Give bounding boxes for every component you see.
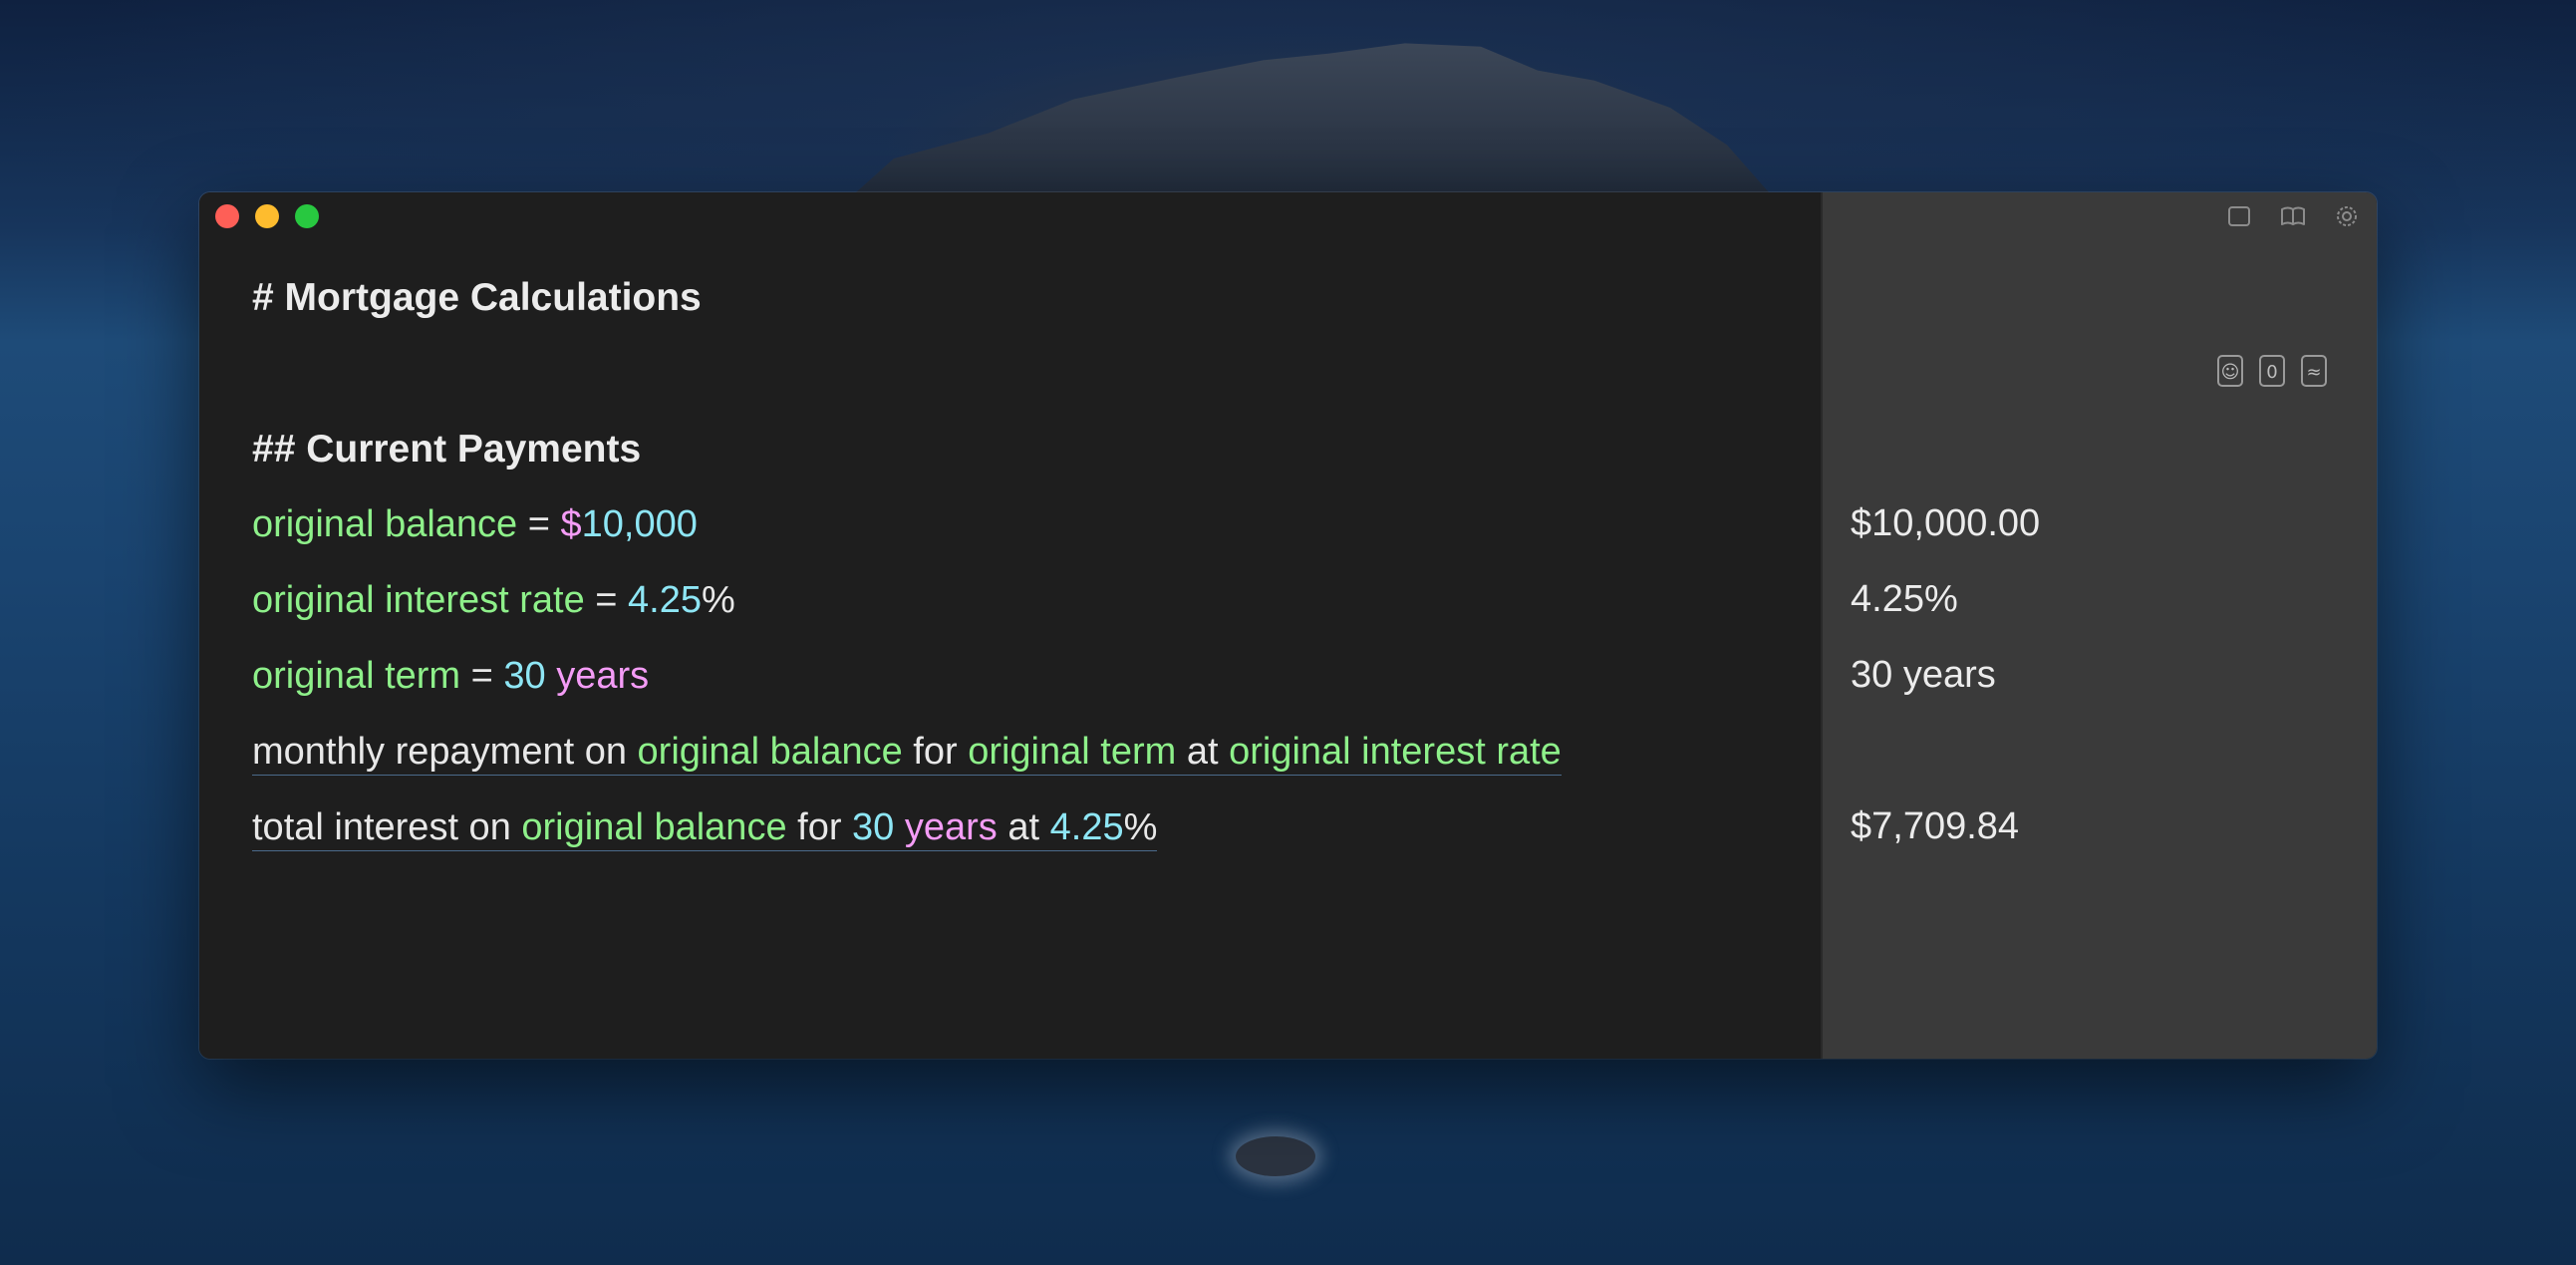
gear-icon[interactable]: [2333, 202, 2361, 230]
variable-name: original balance: [252, 503, 518, 545]
currency-symbol: $: [560, 503, 582, 545]
top-toolbar: [2225, 202, 2361, 230]
operator: =: [584, 579, 629, 621]
number-value: 10,000: [581, 503, 698, 545]
result-tools: ☺ 0 ≈: [2217, 355, 2327, 387]
result-original-balance[interactable]: $10,000.00: [1851, 502, 2040, 545]
doc-heading[interactable]: # Mortgage Calculations: [252, 276, 702, 320]
unit-label: years: [545, 655, 650, 697]
editor-pane[interactable]: # Mortgage Calculations ## Current Payme…: [199, 192, 1821, 1059]
app-window: # Mortgage Calculations ## Current Payme…: [199, 192, 2377, 1059]
document-icon[interactable]: ☺: [2217, 355, 2243, 387]
text: for: [786, 806, 853, 848]
minimize-button[interactable]: [255, 204, 279, 228]
operator: =: [517, 503, 561, 545]
text: total interest on: [252, 806, 522, 848]
doc-subheading[interactable]: ## Current Payments: [252, 428, 641, 472]
editor-line-total-interest[interactable]: total interest on original balance for 3…: [252, 806, 1158, 851]
percent-sign: %: [702, 579, 735, 621]
maximize-button[interactable]: [295, 204, 319, 228]
number-value: 4.25: [1049, 806, 1124, 848]
result-interest-rate[interactable]: 4.25%: [1851, 578, 1958, 621]
close-button[interactable]: [215, 204, 239, 228]
variable-ref: original balance: [637, 731, 903, 773]
text: at: [997, 806, 1050, 848]
variable-name: original term: [252, 655, 461, 697]
book-icon[interactable]: [2279, 202, 2307, 230]
wallpaper-rock: [1236, 1136, 1315, 1176]
text: at: [1176, 731, 1230, 773]
editor-line-original-term[interactable]: original term = 30 years: [252, 655, 649, 698]
editor-line-monthly-repayment[interactable]: monthly repayment on original balance fo…: [252, 731, 1562, 776]
text: for: [902, 731, 969, 773]
number-value: 4.25: [628, 579, 703, 621]
wallpaper-mountain: [837, 43, 1784, 209]
variable-ref: original term: [968, 731, 1177, 773]
zero-icon[interactable]: 0: [2259, 355, 2285, 387]
results-pane: ☺ 0 ≈ $10,000.00 4.25% 30 years $7,709.8…: [1821, 192, 2377, 1059]
percent-sign: %: [1123, 806, 1158, 848]
variable-name: original interest rate: [252, 579, 585, 621]
text: monthly repayment on: [252, 731, 638, 773]
variable-ref: original interest rate: [1229, 731, 1562, 773]
number-value: 30: [503, 655, 546, 697]
editor-line-original-balance[interactable]: original balance = $10,000: [252, 503, 698, 546]
result-total-interest[interactable]: $7,709.84: [1851, 805, 2019, 848]
result-original-term[interactable]: 30 years: [1851, 654, 1996, 697]
variable-ref: original balance: [521, 806, 787, 848]
approx-icon[interactable]: ≈: [2301, 355, 2327, 387]
number-value: 30: [852, 806, 895, 848]
unit-label: years: [894, 806, 998, 848]
operator: =: [460, 655, 504, 697]
sidebar-toggle-icon[interactable]: [2225, 202, 2253, 230]
editor-line-interest-rate[interactable]: original interest rate = 4.25%: [252, 579, 735, 622]
